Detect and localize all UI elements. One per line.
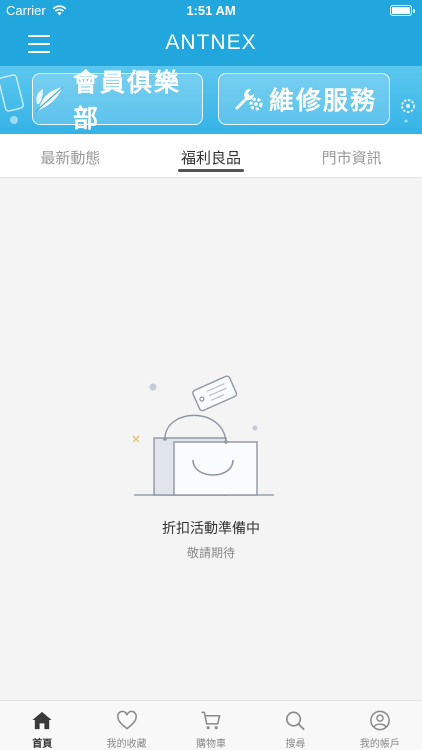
phone-decoration-icon bbox=[0, 74, 24, 124]
member-club-label: 會員俱樂部 bbox=[73, 68, 182, 133]
header-bar: ANTNEX bbox=[0, 22, 422, 66]
tabbar-account[interactable]: 我的帳戶 bbox=[338, 701, 422, 750]
status-bar: Carrier 1:51 AM bbox=[0, 0, 422, 22]
tabbar-account-label: 我的帳戶 bbox=[359, 739, 400, 750]
repair-service-label: 維修服務 bbox=[268, 86, 377, 115]
empty-state-subtitle: 敬請期待 bbox=[186, 546, 235, 560]
tabbar-favorites-label: 我的收藏 bbox=[106, 739, 147, 750]
search-icon bbox=[286, 711, 305, 731]
repair-service-button[interactable]: 維修服務 bbox=[218, 73, 390, 125]
tab-latest-news[interactable]: 最新動態 bbox=[0, 134, 141, 177]
wrench-gear-icon bbox=[234, 88, 263, 111]
clock: 1:51 AM bbox=[186, 3, 236, 18]
cart-icon bbox=[201, 711, 221, 730]
gear-decoration-icon bbox=[401, 99, 415, 123]
tabbar-favorites[interactable]: 我的收藏 bbox=[84, 701, 168, 750]
bottom-tab-bar: 首頁 我的收藏 購物車 搜尋 我的帳戶 bbox=[0, 700, 422, 750]
battery-icon bbox=[390, 5, 415, 16]
tabbar-cart[interactable]: 購物車 bbox=[169, 701, 253, 750]
tabbar-home[interactable]: 首頁 bbox=[0, 701, 84, 750]
brand-logo: ANTNEX bbox=[165, 31, 257, 54]
empty-state-title: 折扣活動準備中 bbox=[162, 521, 260, 537]
tabbar-home-label: 首頁 bbox=[32, 739, 53, 750]
heart-icon bbox=[116, 710, 137, 730]
home-icon bbox=[32, 711, 52, 730]
tab-welfare-goods[interactable]: 福利良品 bbox=[141, 134, 282, 177]
leaf-icon bbox=[34, 86, 64, 113]
empty-state: 折扣活動準備中 敬請期待 bbox=[0, 370, 422, 561]
shopping-bag-tag-illustration bbox=[132, 375, 274, 496]
tabbar-cart-label: 購物車 bbox=[196, 739, 227, 750]
member-club-button[interactable]: 會員俱樂部 bbox=[32, 68, 203, 133]
category-tabs: 最新動態 福利良品 門市資訊 bbox=[0, 134, 422, 178]
tabbar-search[interactable]: 搜尋 bbox=[253, 701, 337, 750]
promo-banner: 會員俱樂部 維修服務 bbox=[0, 66, 422, 134]
tabbar-search-label: 搜尋 bbox=[285, 739, 306, 750]
tab-store-info[interactable]: 門市資訊 bbox=[281, 134, 422, 177]
user-icon bbox=[369, 710, 390, 731]
